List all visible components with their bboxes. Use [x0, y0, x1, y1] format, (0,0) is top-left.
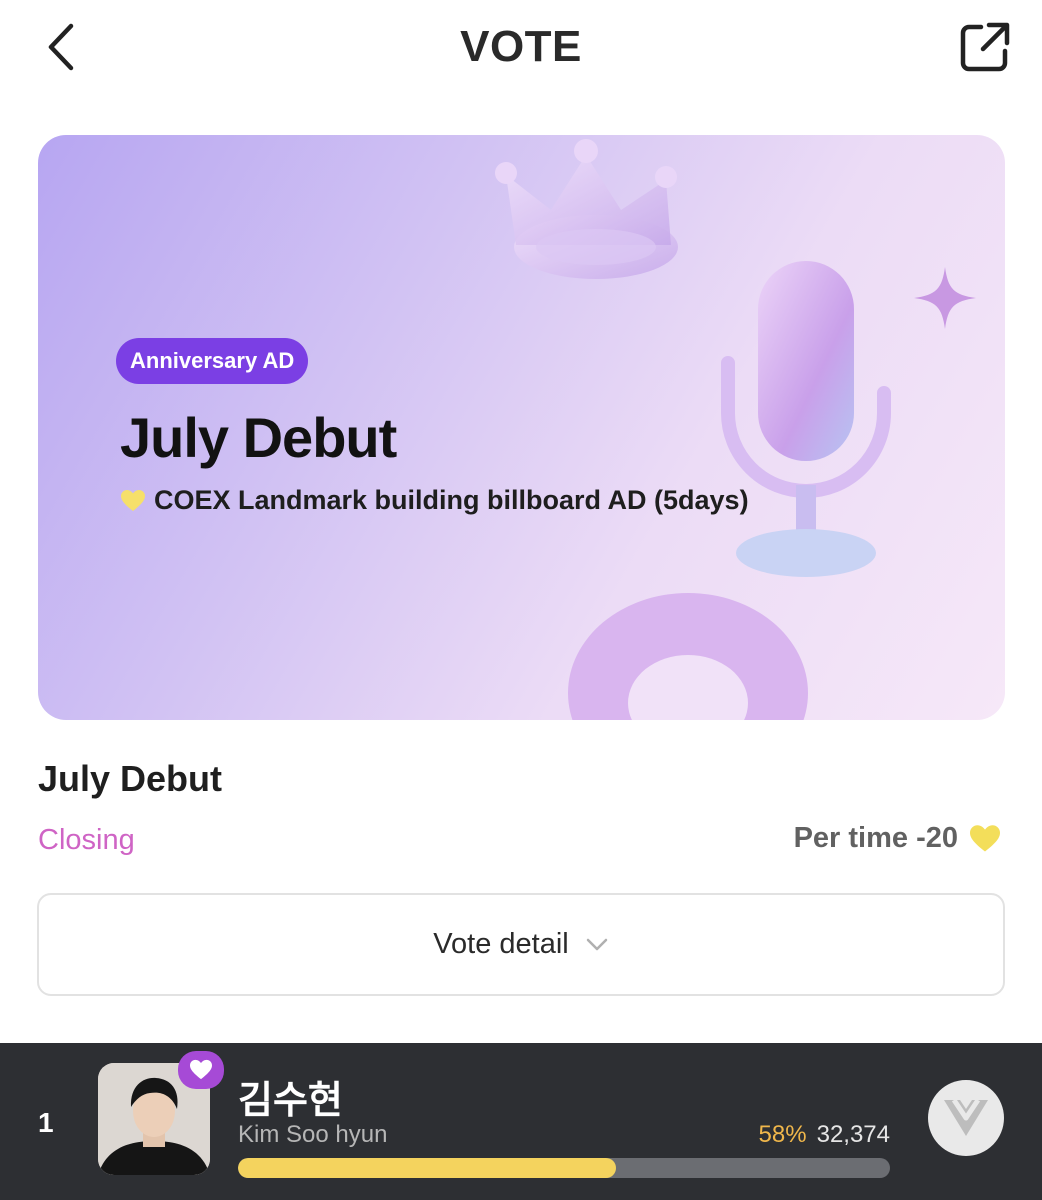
vote-progress-fill	[238, 1158, 617, 1178]
share-button[interactable]	[958, 20, 1012, 74]
banner-subline: COEX Landmark building billboard AD (5da…	[120, 485, 749, 516]
per-time-cost: Per time -20	[794, 822, 1002, 855]
yellow-heart-icon	[121, 489, 145, 511]
chevron-down-icon	[586, 938, 607, 950]
favorite-badge[interactable]	[178, 1051, 224, 1089]
vote-percent: 58%	[758, 1121, 807, 1148]
banner-subline-text: COEX Landmark building billboard AD (5da…	[154, 485, 749, 515]
vote-status: Closing	[38, 824, 135, 856]
vote-button[interactable]	[928, 1080, 1004, 1156]
vote-title: July Debut	[38, 758, 223, 799]
heart-icon	[190, 1059, 212, 1080]
sparkle-decoration	[914, 267, 976, 329]
candidate-avatar-wrap[interactable]	[98, 1051, 224, 1175]
top-header: VOTE	[0, 0, 1042, 96]
page-title: VOTE	[460, 22, 582, 71]
vote-progress-bar	[238, 1158, 890, 1178]
vote-detail-label: Vote detail	[433, 928, 569, 960]
banner-headline: July Debut	[120, 406, 397, 469]
vote-banner: Anniversary AD July Debut COEX Landmark …	[38, 135, 1005, 720]
yellow-heart-icon	[970, 824, 1000, 851]
diamond-logo-icon	[944, 1098, 988, 1136]
rank-number: 1	[38, 1107, 54, 1138]
ranking-bar: 1 김수현 Kim Soo hyun 58% 32,374	[0, 1043, 1042, 1200]
microphone-decoration	[721, 261, 891, 577]
candidate-name-korean: 김수현	[238, 1080, 343, 1122]
ring-decoration	[568, 593, 808, 720]
crown-decoration	[495, 139, 678, 279]
vote-stats: 58% 32,374	[759, 1121, 890, 1149]
share-external-icon	[960, 22, 1010, 72]
anniversary-badge: Anniversary AD	[116, 338, 309, 384]
per-time-text: Per time -20	[793, 822, 958, 854]
vote-count: 32,374	[816, 1121, 890, 1148]
vote-detail-button[interactable]: Vote detail	[37, 893, 1005, 996]
candidate-name-english: Kim Soo hyun	[238, 1121, 388, 1148]
